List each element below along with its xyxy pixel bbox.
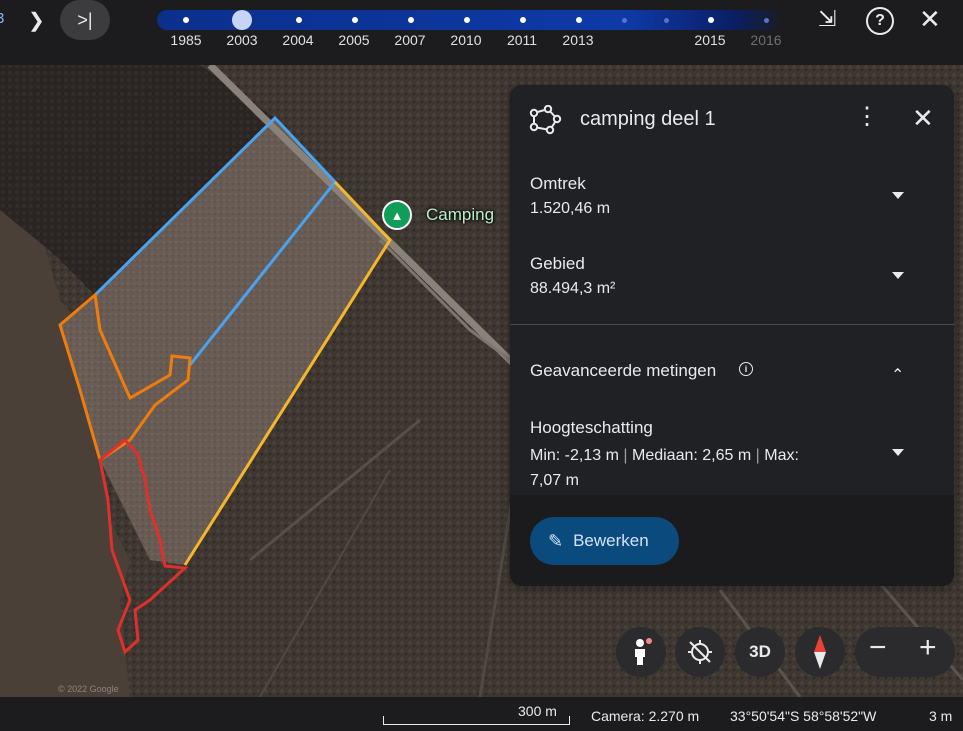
previous-year-label-edge: 3 (0, 10, 5, 27)
compass-icon (814, 635, 826, 669)
timeline-year[interactable]: 2016 (750, 32, 781, 48)
timeline-year[interactable]: 2011 (507, 32, 537, 48)
height-min: Min: -2,13 m (530, 447, 619, 464)
collapse-icon[interactable]: ⇲ (818, 6, 836, 32)
scale-label[interactable]: 300 m (518, 703, 557, 719)
timeline-year[interactable]: 2004 (282, 32, 313, 48)
perimeter-value: 1.520,46 m (530, 200, 611, 217)
perimeter-label: Omtrek (530, 174, 586, 193)
camping-poi-marker[interactable]: ▲ (382, 200, 414, 232)
chevron-up-icon[interactable]: ⌃ (891, 365, 904, 385)
height-dropdown-icon[interactable] (892, 449, 904, 456)
panel-title: camping deel 1 (580, 108, 716, 130)
pegman-icon (635, 638, 652, 665)
pencil-icon: ✎ (548, 530, 564, 551)
edit-button[interactable]: ✎ Bewerken (530, 517, 679, 565)
advanced-measurements-toggle[interactable]: Geavanceerde metingen (530, 361, 716, 381)
crosshair-off-icon (688, 640, 712, 664)
elevation: 3 m (929, 708, 953, 724)
info-icon[interactable]: i (739, 362, 753, 376)
timeline-bar: 3 ❯ >| 1985 2003 2004 2005 2007 2010 201… (0, 0, 963, 65)
close-icon[interactable]: ✕ (919, 4, 941, 35)
toggle-3d-button[interactable]: 3D (735, 627, 785, 677)
timeline-dot[interactable] (352, 17, 358, 23)
compass-button[interactable] (795, 627, 845, 677)
campsite-icon: ▲ (382, 200, 412, 230)
height-estimate-values: Min: -2,13 m | Mediaan: 2,65 m | Max: 7,… (530, 443, 830, 493)
close-panel-icon[interactable]: ✕ (912, 103, 934, 134)
perimeter-unit-dropdown-icon[interactable] (892, 192, 904, 199)
timeline-year[interactable]: 1985 (170, 32, 201, 48)
height-median: Mediaan: 2,65 m (631, 447, 752, 464)
timeline-dot[interactable] (622, 17, 627, 23)
area-unit-dropdown-icon[interactable] (892, 272, 904, 279)
more-options-icon[interactable]: ⋮ (855, 105, 879, 129)
status-bar: 300 m Camera: 2.270 m 33°50'54"S 58°58'5… (0, 697, 963, 731)
timeline-year[interactable]: 2007 (394, 32, 425, 48)
measurement-panel: camping deel 1 ⋮ ✕ Omtrek 1.520,46 m Geb… (510, 85, 954, 586)
timeline-year[interactable]: 2005 (338, 32, 369, 48)
help-icon[interactable]: ? (866, 7, 894, 35)
timeline-dot[interactable] (296, 17, 302, 23)
timeline-dot[interactable] (520, 17, 526, 23)
timeline-year-selected[interactable]: 2003 (226, 32, 257, 48)
timeline-year[interactable]: 2015 (694, 32, 725, 48)
skip-to-end-button[interactable]: >| (60, 0, 110, 40)
coordinates: 33°50'54"S 58°58'52"W (730, 708, 877, 724)
next-arrow-icon[interactable]: ❯ (28, 8, 45, 33)
separator: | (755, 447, 760, 464)
timeline-dot[interactable] (664, 17, 669, 23)
skip-end-icon: >| (77, 9, 93, 30)
height-estimate-label: Hoogteschatting (530, 418, 653, 437)
timeline-dot[interactable] (408, 17, 414, 23)
zoom-controls: − + (855, 627, 955, 677)
timeline-dot[interactable] (183, 17, 189, 23)
zoom-in-button[interactable]: + (919, 631, 937, 665)
area-value: 88.494,3 m² (530, 280, 616, 297)
street-view-pegman-button[interactable] (616, 627, 666, 677)
timeline-year[interactable]: 2010 (450, 32, 481, 48)
timeline-dot[interactable] (708, 17, 714, 23)
poi-label[interactable]: Camping (426, 205, 494, 225)
timeline-dot[interactable] (576, 17, 582, 23)
divider (510, 324, 954, 325)
timeline-year[interactable]: 2013 (562, 32, 593, 48)
separator: | (623, 447, 628, 464)
map-credit: © 2022 Google (58, 684, 119, 694)
timeline-dot[interactable] (764, 17, 769, 23)
camera-altitude: Camera: 2.270 m (591, 708, 700, 724)
timeline-thumb[interactable] (232, 10, 252, 30)
edit-button-label: Bewerken (573, 531, 649, 550)
recenter-button[interactable] (675, 627, 725, 677)
zoom-out-button[interactable]: − (869, 631, 887, 665)
timeline-track[interactable] (157, 10, 783, 30)
area-label: Gebied (530, 254, 585, 273)
timeline-dot[interactable] (464, 17, 470, 23)
polygon-icon (529, 105, 562, 135)
